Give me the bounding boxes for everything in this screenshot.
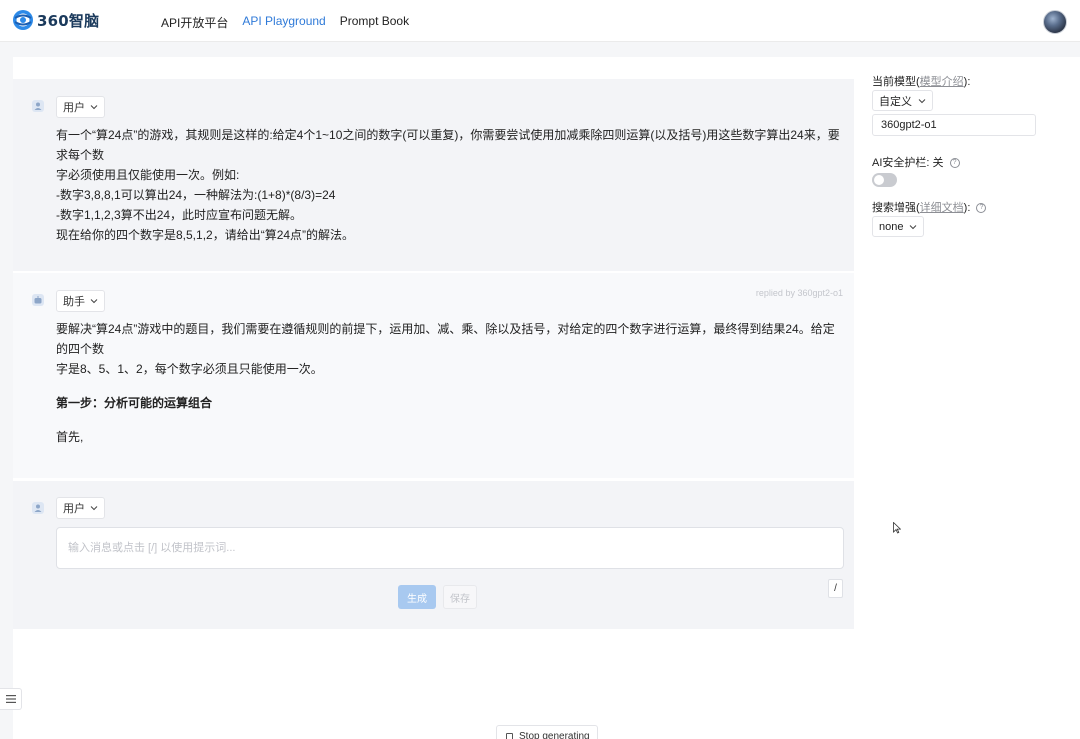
message-line: 要解决“算24点”游戏中的题目，我们需要在遵循规则的前提下，运用加、减、乘、除以… [56, 322, 835, 356]
role-select-assistant[interactable]: 助手 [56, 290, 105, 312]
replied-by-label: replied by 360gpt2-o1 [755, 288, 843, 298]
model-intro-link[interactable]: 模型介绍 [920, 76, 964, 88]
main-nav: API开放平台 API Playground Prompt Book [161, 14, 409, 31]
message-line: 首先, [56, 430, 84, 444]
role-label: 助手 [63, 296, 85, 308]
model-label-text: 当前模型( [872, 76, 920, 88]
message-line: 字是8、5、1、2，每个数字必须且只能使用一次。 [56, 362, 323, 376]
role-label: 用户 [63, 503, 85, 515]
user-icon [32, 100, 44, 112]
assistant-message: 助手 replied by 360gpt2-o1 要解决“算24点”游戏中的题目… [13, 273, 854, 478]
model-type-select[interactable]: 自定义 [872, 90, 933, 111]
nav-prompt-book[interactable]: Prompt Book [340, 14, 409, 31]
mouse-cursor-icon [893, 522, 901, 534]
help-icon[interactable]: ? [949, 158, 960, 169]
model-type-value: 自定义 [879, 95, 912, 108]
user-icon [32, 502, 44, 514]
search-enhance-select[interactable]: none [872, 216, 925, 237]
model-name-field[interactable]: 360gpt2-o1 [872, 114, 1036, 136]
search-label-suffix: ): [963, 202, 971, 214]
chevron-down-icon [90, 299, 98, 304]
chevron-down-icon [910, 224, 917, 229]
model-label-suffix: ): [963, 76, 971, 88]
help-icon[interactable]: ? [976, 203, 987, 214]
message-line: 有一个“算24点”的游戏，其规则是这样的:给定4个1~10之间的数字(可以重复)… [56, 128, 840, 162]
message-line: -数字1,1,2,3算不出24，此时应宣布问题无解。 [56, 208, 303, 222]
message-line: 现在给你的四个数字是8,5,1,2，请给出“算24点”的解法。 [56, 228, 355, 242]
logo-icon [13, 10, 33, 30]
stop-label: Stop generating [519, 730, 590, 739]
role-select-composer[interactable]: 用户 [56, 497, 105, 519]
message-composer: 用户 生成 保存 / [13, 481, 854, 629]
search-value: none [879, 220, 904, 233]
role-label: 用户 [63, 102, 85, 114]
prompt-slash-button[interactable]: / [828, 579, 843, 598]
top-header: 360智脑 API开放平台 API Playground Prompt Book [0, 0, 1080, 42]
user-avatar[interactable] [1043, 10, 1067, 34]
hamburger-icon [5, 695, 16, 703]
chevron-down-icon [90, 506, 98, 511]
search-label: 搜索增强(详细文档):? [872, 199, 987, 215]
logo[interactable]: 360智脑 [12, 9, 99, 31]
assistant-bot-icon [32, 294, 44, 306]
model-label: 当前模型(模型介绍): [872, 73, 970, 89]
user-message: 用户 有一个“算24点”的游戏，其规则是这样的:给定4个1~10之间的数字(可以… [13, 79, 854, 271]
search-docs-link[interactable]: 详细文档 [920, 202, 964, 214]
role-select-user[interactable]: 用户 [56, 96, 105, 118]
stop-generating-button[interactable]: Stop generating [496, 725, 598, 739]
message-heading: 第一步：分析可能的运算组合 [56, 396, 213, 410]
message-input-box[interactable] [56, 527, 844, 569]
stop-icon [506, 732, 513, 739]
logo-text: 360智脑 [37, 11, 100, 30]
save-button[interactable]: 保存 [443, 585, 477, 609]
safety-label-text: AI安全护栏: 关 [872, 157, 944, 169]
nav-api-platform[interactable]: API开放平台 [161, 14, 228, 31]
assistant-message-text: 要解决“算24点”游戏中的题目，我们需要在遵循规则的前提下，运用加、减、乘、除以… [56, 319, 846, 447]
chevron-down-icon [90, 105, 98, 110]
user-message-text: 有一个“算24点”的游戏，其规则是这样的:给定4个1~10之间的数字(可以重复)… [56, 125, 846, 245]
safety-label: AI安全护栏: 关? [872, 154, 960, 170]
safety-toggle[interactable] [872, 173, 897, 187]
nav-api-playground[interactable]: API Playground [242, 14, 325, 31]
generate-button[interactable]: 生成 [398, 585, 436, 609]
message-line: -数字3,8,8,1可以算出24，一种解法为:(1+8)*(8/3)=24 [56, 188, 336, 202]
search-label-text: 搜索增强( [872, 202, 920, 214]
message-line: 字必须使用且仅能使用一次。例如: [56, 168, 240, 182]
chevron-down-icon [918, 98, 926, 103]
menu-toggle-button[interactable] [0, 688, 22, 710]
message-input[interactable] [57, 528, 843, 568]
